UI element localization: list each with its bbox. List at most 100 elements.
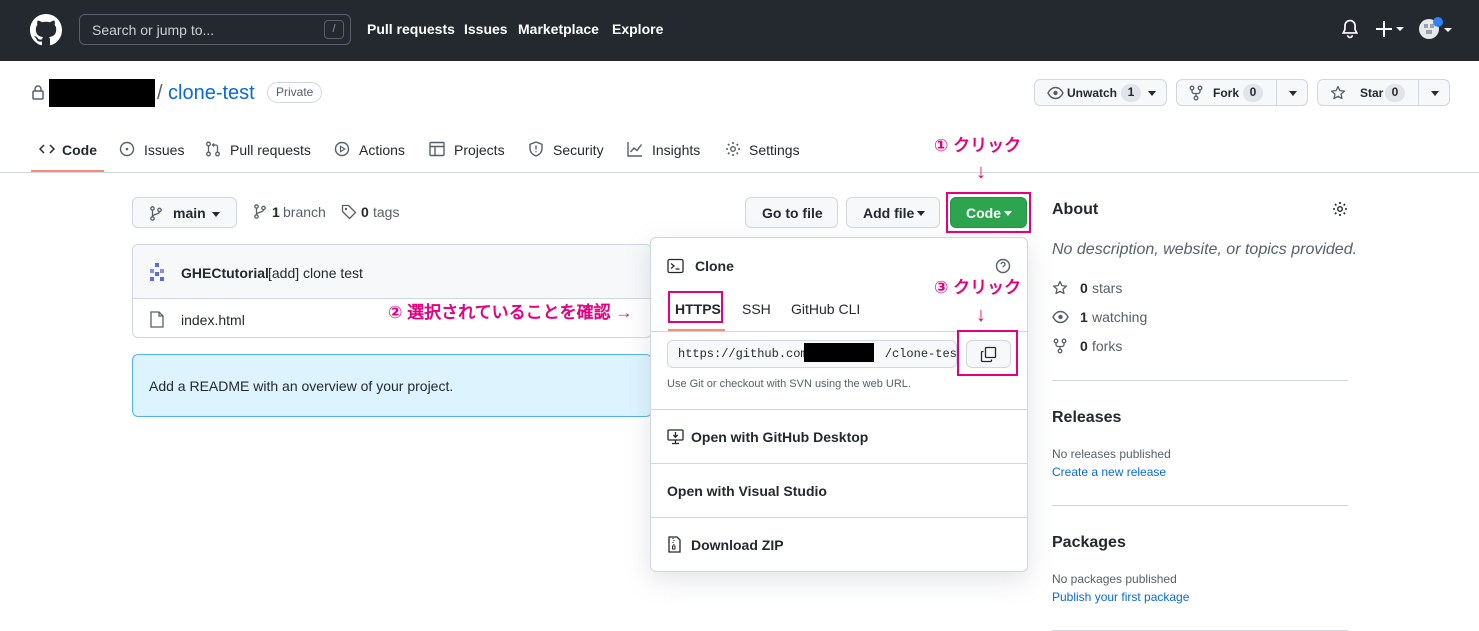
tab-code-label: Code <box>62 142 97 158</box>
watching-count: 1 <box>1080 309 1088 325</box>
commit-message[interactable]: [add] clone test <box>268 265 363 281</box>
file-icon <box>150 311 164 328</box>
forks-count: 0 <box>1080 338 1088 354</box>
clone-hint: Use Git or checkout with SVN using the w… <box>667 378 911 390</box>
fork-button[interactable]: Fork 0 <box>1176 79 1308 106</box>
packages-empty-text: No packages published <box>1052 572 1177 586</box>
caret-down-icon <box>212 212 220 217</box>
pull-request-icon <box>206 141 220 157</box>
tab-pull-requests-label: Pull requests <box>230 142 311 158</box>
readme-prompt-text: Add a README with an overview of your pr… <box>149 378 454 394</box>
branch-count-icon <box>254 204 266 219</box>
repo-name-link[interactable]: clone-test <box>168 82 255 105</box>
packages-heading[interactable]: Packages <box>1052 534 1126 552</box>
file-zip-icon <box>668 536 681 553</box>
branch-icon <box>150 206 162 221</box>
shield-icon <box>529 141 543 157</box>
repo-path-separator: / <box>157 82 163 104</box>
gear-icon <box>726 142 740 156</box>
about-settings-gear-icon[interactable] <box>1332 201 1348 217</box>
branch-name: main <box>173 205 206 221</box>
sidebar-divider <box>1052 505 1348 506</box>
tag-icon <box>341 204 357 220</box>
star-icon <box>1330 85 1346 100</box>
open-github-desktop-label: Open with GitHub Desktop <box>691 429 869 445</box>
readme-prompt-banner: Add a README with an overview of your pr… <box>132 354 652 417</box>
star-icon <box>1052 280 1068 295</box>
add-file-button[interactable]: Add file <box>846 197 940 228</box>
go-to-file-button[interactable]: Go to file <box>745 197 838 228</box>
bell-icon[interactable] <box>1341 18 1359 40</box>
table-icon <box>429 141 445 157</box>
nav-explore[interactable]: Explore <box>612 21 663 37</box>
download-zip-label: Download ZIP <box>691 537 784 553</box>
branch-count: 1 <box>272 204 280 220</box>
clone-url-prefix: https://github.com/ <box>678 347 815 361</box>
search-input[interactable]: Search or jump to... / <box>79 14 351 45</box>
caret-down-icon <box>917 211 925 216</box>
create-new-icon[interactable] <box>1376 19 1404 39</box>
file-list: GHECtutorial [add] clone test index.html <box>132 244 652 338</box>
nav-pull-requests[interactable]: Pull requests <box>367 21 455 37</box>
forks-word: forks <box>1092 338 1123 354</box>
watch-button[interactable]: Unwatch 1 <box>1034 79 1167 106</box>
tab-insights-label: Insights <box>652 142 701 158</box>
watch-count: 1 <box>1121 84 1141 102</box>
eye-icon <box>1047 86 1064 100</box>
fork-label: Fork <box>1213 86 1240 100</box>
star-dropdown-icon[interactable] <box>1431 91 1439 96</box>
tab-actions-label: Actions <box>359 142 405 158</box>
author-avatar[interactable] <box>147 262 167 282</box>
add-file-label: Add file <box>863 205 915 221</box>
github-logo-icon[interactable] <box>30 14 62 46</box>
open-visual-studio-label: Open with Visual Studio <box>667 483 827 499</box>
nav-issues[interactable]: Issues <box>464 21 508 37</box>
nav-marketplace[interactable]: Marketplace <box>518 21 599 37</box>
open-visual-studio-item[interactable]: Open with Visual Studio <box>651 464 1027 517</box>
download-zip-item[interactable]: Download ZIP <box>651 518 1027 571</box>
commit-author[interactable]: GHECtutorial <box>181 265 269 281</box>
code-icon <box>39 144 55 154</box>
tab-security-label: Security <box>553 142 604 158</box>
watching-word: watching <box>1092 309 1148 325</box>
tab-settings-label: Settings <box>749 142 800 158</box>
branch-word: branch <box>283 204 326 220</box>
fork-count: 0 <box>1243 84 1263 102</box>
tabs-divider <box>0 172 1479 173</box>
redacted-owner-name <box>49 79 155 107</box>
play-icon <box>334 141 350 157</box>
clone-tab-ssh[interactable]: SSH <box>742 301 771 317</box>
terminal-icon <box>667 258 684 274</box>
file-name-link[interactable]: index.html <box>181 312 245 328</box>
annotation-arrow-step1: ↓ <box>976 161 986 183</box>
go-to-file-label: Go to file <box>762 205 823 221</box>
fork-dropdown-icon[interactable] <box>1289 91 1297 96</box>
lock-icon <box>31 84 45 100</box>
releases-heading[interactable]: Releases <box>1052 409 1121 427</box>
annotation-step2: ② 選択されていることを確認 → <box>388 303 633 322</box>
star-count: 0 <box>1385 84 1405 102</box>
publish-package-link[interactable]: Publish your first package <box>1052 590 1189 604</box>
annotation-step3: ③ クリック <box>934 278 1022 297</box>
tag-word: tags <box>373 204 400 220</box>
stars-count: 0 <box>1080 280 1088 296</box>
branch-select-button[interactable]: main <box>132 197 237 228</box>
avatar[interactable] <box>1418 16 1452 42</box>
fork-icon <box>1189 85 1203 101</box>
eye-icon <box>1052 310 1069 324</box>
clone-title: Clone <box>695 258 734 274</box>
help-icon[interactable] <box>995 258 1011 274</box>
issue-icon <box>119 141 135 157</box>
annotation-step1: ① クリック <box>934 136 1022 155</box>
create-release-link[interactable]: Create a new release <box>1052 465 1166 479</box>
about-description: No description, website, or topics provi… <box>1052 241 1358 258</box>
highlight-copy-button <box>957 330 1018 376</box>
open-github-desktop-item[interactable]: Open with GitHub Desktop <box>651 410 1027 463</box>
clone-tab-github-cli[interactable]: GitHub CLI <box>791 301 860 317</box>
tab-projects-label: Projects <box>454 142 505 158</box>
fork-icon <box>1053 338 1067 354</box>
highlight-https-tab <box>668 291 723 323</box>
latest-commit-row: GHECtutorial [add] clone test <box>133 245 651 299</box>
graph-icon <box>627 142 643 157</box>
star-button[interactable]: Star 0 <box>1317 79 1450 106</box>
